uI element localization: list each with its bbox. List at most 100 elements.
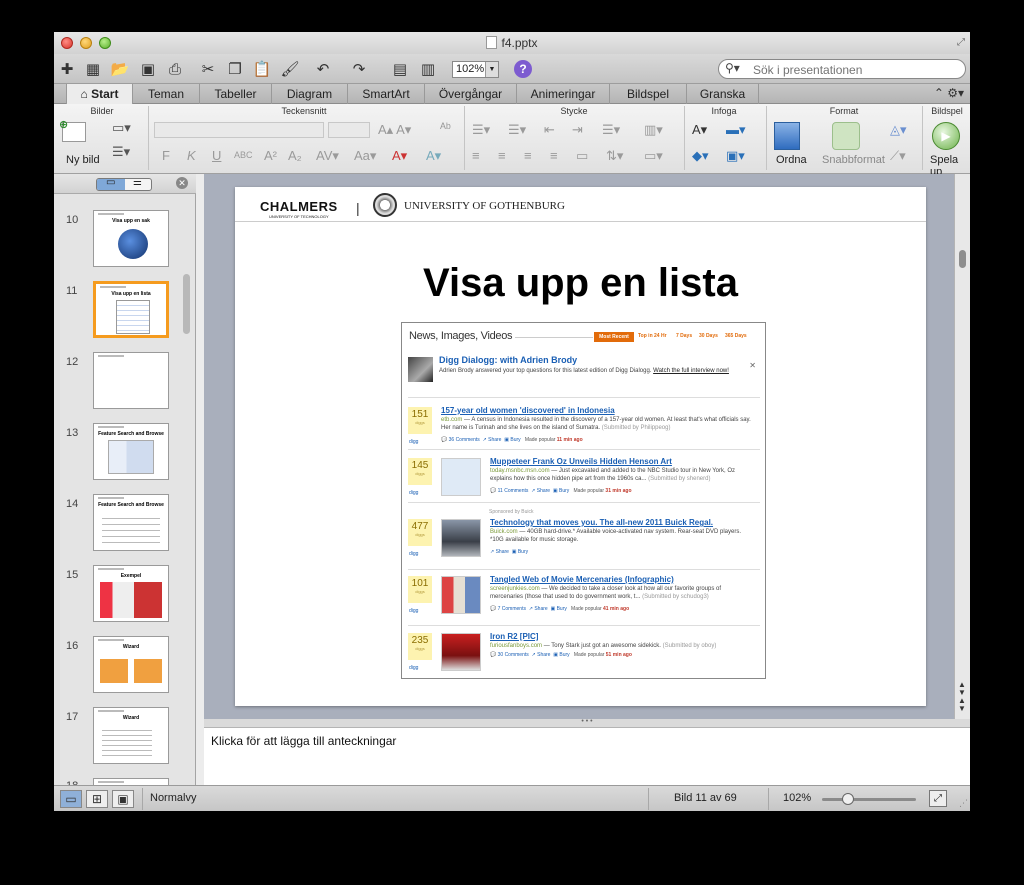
search-field[interactable]: ⚲▾ bbox=[718, 59, 966, 79]
format-painter-icon[interactable]: 🖌 bbox=[279, 58, 301, 80]
fullscreen-icon[interactable]: ⤢ bbox=[957, 37, 965, 48]
bullets-icon[interactable]: ☰▾ bbox=[472, 122, 490, 138]
layout-icon[interactable]: ▭▾ bbox=[112, 120, 131, 136]
digg-screenshot-image[interactable]: News, Images, Videos Most Recent Top in … bbox=[401, 322, 766, 679]
line-spacing-icon[interactable]: ☰▾ bbox=[602, 122, 620, 138]
print-icon[interactable]: ⎙ bbox=[164, 58, 186, 80]
normal-view-icon[interactable]: ▭ bbox=[60, 790, 82, 808]
clear-format-icon[interactable]: ᴬᵇ bbox=[440, 120, 451, 135]
slide-show-icon[interactable]: ▤ bbox=[389, 58, 411, 80]
slide-thumbnail-15[interactable]: Exempel bbox=[93, 565, 169, 622]
tab-overgangar[interactable]: Övergångar bbox=[425, 84, 517, 104]
tab-smartart[interactable]: SmartArt bbox=[348, 84, 425, 104]
text-box-icon[interactable]: A▾ bbox=[692, 122, 707, 138]
fill-icon[interactable]: ◬▾ bbox=[890, 122, 907, 138]
close-panel-icon[interactable]: ✕ bbox=[176, 177, 188, 189]
bold-icon[interactable]: F bbox=[162, 148, 170, 163]
redo-icon[interactable]: ↷ bbox=[348, 58, 370, 80]
notes-placeholder[interactable]: Klicka för att lägga till anteckningar bbox=[211, 734, 396, 748]
editor-scroll-thumb[interactable] bbox=[959, 250, 966, 268]
slide-thumbnail-12[interactable] bbox=[93, 352, 169, 409]
notes-pane[interactable]: Klicka för att lägga till anteckningar bbox=[204, 727, 970, 785]
copy-icon[interactable]: ❐ bbox=[224, 58, 246, 80]
tab-tabeller[interactable]: Tabeller bbox=[200, 84, 272, 104]
editor-scrollbar[interactable]: ▲ ▼ ▲ ▼ bbox=[954, 174, 970, 719]
zoom-slider[interactable] bbox=[822, 798, 916, 801]
decrease-indent-icon[interactable]: ⇤ bbox=[544, 122, 555, 138]
align-right-icon[interactable]: ≡ bbox=[524, 148, 532, 163]
tab-teman[interactable]: Teman bbox=[133, 84, 200, 104]
slide-thumbnail-18[interactable] bbox=[93, 778, 169, 785]
slide-panel-scrollbar[interactable] bbox=[183, 274, 190, 334]
section-icon[interactable]: ☰▾ bbox=[112, 144, 130, 160]
align-text-icon[interactable]: ▭▾ bbox=[644, 148, 663, 164]
slide-sorter-icon[interactable]: ⊞ bbox=[86, 790, 108, 808]
font-name-field[interactable] bbox=[154, 122, 324, 138]
font-color-icon[interactable]: A▾ bbox=[392, 148, 407, 164]
ribbon-collapse-icon[interactable]: ⌃ ⚙▾ bbox=[934, 86, 964, 100]
undo-icon[interactable]: ↶ bbox=[312, 58, 334, 80]
arrange-icon[interactable] bbox=[774, 122, 800, 150]
text-direction-icon[interactable]: ⇅▾ bbox=[606, 148, 623, 164]
columns-icon[interactable]: ▥▾ bbox=[644, 122, 663, 138]
fit-to-window-icon[interactable]: ⤢ bbox=[929, 790, 947, 807]
save-icon[interactable]: ▣ bbox=[137, 58, 159, 80]
slide-thumbnail-17[interactable]: Wizard bbox=[93, 707, 169, 764]
search-input[interactable] bbox=[753, 62, 953, 77]
tab-start[interactable]: ⌂ Start bbox=[66, 84, 133, 104]
underline-icon[interactable]: U bbox=[212, 148, 221, 163]
search-icon[interactable]: ⚲▾ bbox=[725, 61, 740, 75]
panel-view-toggle[interactable]: ▭ ☰ bbox=[96, 178, 152, 191]
change-case-icon[interactable]: Aa▾ bbox=[354, 148, 376, 164]
tab-granska[interactable]: Granska bbox=[687, 84, 759, 104]
tab-animeringar[interactable]: Animeringar bbox=[517, 84, 610, 104]
tab-diagram[interactable]: Diagram bbox=[272, 84, 348, 104]
font-size-field[interactable] bbox=[328, 122, 370, 138]
open-icon[interactable]: 📂 bbox=[109, 58, 131, 80]
outline-view-icon[interactable]: ☰ bbox=[133, 179, 142, 188]
new-slide-icon[interactable]: ⊕ bbox=[59, 119, 86, 142]
strikethrough-icon[interactable]: ABC bbox=[234, 150, 253, 160]
tab-bildspel[interactable]: Bildspel bbox=[610, 84, 687, 104]
quick-styles-icon[interactable] bbox=[832, 122, 860, 150]
scroll-arrows-icon[interactable]: ▲ ▼ ▲ ▼ bbox=[958, 681, 966, 713]
superscript-icon[interactable]: A² bbox=[264, 148, 277, 163]
presenter-view-icon[interactable]: ▣ bbox=[112, 790, 134, 808]
align-center-icon[interactable]: ≡ bbox=[498, 148, 506, 163]
grow-font-icon[interactable]: A▴ A▾ bbox=[378, 122, 411, 138]
media-icon[interactable]: ▣▾ bbox=[726, 148, 745, 164]
slide-thumbnail-16[interactable]: Wizard bbox=[93, 636, 169, 693]
justify-icon[interactable]: ≡ bbox=[550, 148, 558, 163]
slide-canvas[interactable]: CHALMERS UNIVERSITY OF TECHNOLOGY | UNIVE… bbox=[235, 187, 926, 706]
cut-icon[interactable]: ✂ bbox=[197, 58, 219, 80]
character-spacing-icon[interactable]: AV▾ bbox=[316, 148, 339, 164]
align-left-icon[interactable]: ≡ bbox=[472, 148, 480, 163]
italic-icon[interactable]: K bbox=[187, 148, 196, 163]
new-icon[interactable]: ✚ bbox=[56, 58, 78, 80]
text-effects-icon[interactable]: A▾ bbox=[426, 148, 441, 164]
increase-indent-icon[interactable]: ⇥ bbox=[572, 122, 583, 138]
zoom-slider-handle[interactable] bbox=[842, 793, 854, 805]
distribute-icon[interactable]: ▭ bbox=[576, 148, 588, 164]
play-icon[interactable]: ▶ bbox=[932, 122, 960, 150]
picture-icon[interactable]: ▬▾ bbox=[726, 122, 746, 138]
line-icon[interactable]: ⟋▾ bbox=[890, 148, 906, 164]
shape-icon[interactable]: ◆▾ bbox=[692, 148, 709, 164]
media-browser-icon[interactable]: ▥ bbox=[417, 58, 439, 80]
new-slide-button[interactable]: Ny bild bbox=[66, 154, 100, 166]
help-icon[interactable]: ? bbox=[514, 60, 532, 78]
notes-splitter[interactable]: • • • bbox=[204, 718, 970, 727]
paste-icon[interactable]: 📋 bbox=[251, 58, 273, 80]
slide-thumbnail-10[interactable]: Visa upp en sak bbox=[93, 210, 169, 267]
zoom-select[interactable]: 102% ▼ bbox=[452, 61, 499, 78]
resize-grip-icon[interactable]: ⋰ bbox=[959, 798, 968, 809]
slide-title[interactable]: Visa upp en lista bbox=[235, 261, 926, 306]
numbering-icon[interactable]: ☰▾ bbox=[508, 122, 526, 138]
arrange-button[interactable]: Ordna bbox=[776, 154, 807, 166]
gallery-icon[interactable]: ▦ bbox=[82, 58, 104, 80]
slide-thumbnail-14[interactable]: Feature Search and Browse bbox=[93, 494, 169, 551]
quick-styles-button[interactable]: Snabbformat bbox=[822, 154, 885, 166]
slide-thumbnail-13[interactable]: Feature Search and Browse bbox=[93, 423, 169, 480]
subscript-icon[interactable]: A₂ bbox=[288, 148, 302, 163]
slide-thumbnail-11[interactable]: Visa upp en lista bbox=[93, 281, 169, 338]
